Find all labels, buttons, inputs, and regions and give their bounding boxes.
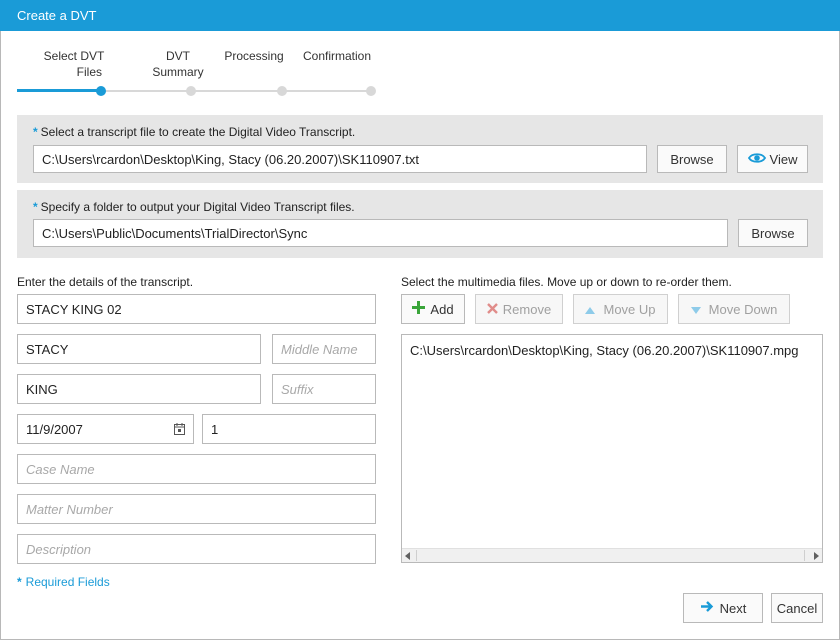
window-title: Create a DVT — [0, 0, 840, 31]
required-mark: * — [33, 200, 38, 214]
step-dot — [366, 86, 376, 96]
move-down-button-label: Move Down — [708, 301, 778, 317]
move-up-button-label: Move Up — [603, 301, 656, 317]
view-button[interactable]: View — [737, 145, 808, 173]
step-processing: Processing — [218, 48, 290, 64]
stepper-remaining-track — [102, 90, 372, 92]
transcript-file-panel: * Select a transcript file to create the … — [17, 115, 823, 183]
horizontal-scrollbar[interactable] — [402, 548, 822, 562]
last-name-input[interactable]: KING — [17, 374, 261, 404]
step-label-line1: DVT — [166, 49, 190, 63]
step-confirmation: Confirmation — [296, 48, 378, 64]
transcript-file-path-input[interactable]: C:\Users\rcardon\Desktop\King, Stacy (06… — [33, 145, 647, 173]
step-dot — [186, 86, 196, 96]
step-label-line1: Select DVT — [43, 49, 105, 63]
scrollbar-track[interactable] — [416, 550, 805, 561]
view-button-label: View — [769, 151, 798, 167]
step-select-dvt-files: Select DVT Files — [38, 48, 110, 80]
output-folder-label-text: Specify a folder to output your Digital … — [40, 200, 355, 214]
step-label-line2: Files — [76, 65, 102, 79]
stepper-progress-track — [17, 89, 102, 92]
case-name-input[interactable]: Case Name — [17, 454, 376, 484]
step-label-line2: Summary — [152, 65, 204, 79]
add-button-label: Add — [430, 301, 454, 317]
calendar-icon[interactable] — [174, 423, 185, 438]
transcript-file-label: * Select a transcript file to create the … — [33, 125, 355, 139]
first-name-input[interactable]: STACY — [17, 334, 261, 364]
output-folder-label: * Specify a folder to output your Digital… — [33, 200, 355, 214]
move-up-button[interactable]: Move Up — [573, 294, 668, 324]
suffix-input[interactable]: Suffix — [272, 374, 376, 404]
scroll-right-arrow-icon[interactable] — [814, 552, 819, 560]
date-picker-input[interactable]: 11/9/2007 — [17, 414, 194, 444]
output-folder-path-input[interactable]: C:\Users\Public\Documents\TrialDirector\… — [33, 219, 728, 247]
volume-input[interactable]: 1 — [202, 414, 376, 444]
next-button-label: Next — [719, 600, 747, 616]
list-item[interactable]: C:\Users\rcardon\Desktop\King, Stacy (06… — [410, 343, 799, 358]
step-label-line1: Processing — [224, 49, 284, 63]
multimedia-file-list[interactable]: C:\Users\rcardon\Desktop\King, Stacy (06… — [401, 334, 823, 563]
multimedia-label: Select the multimedia files. Move up or … — [401, 275, 732, 289]
required-mark: * — [17, 575, 22, 589]
output-folder-panel: * Specify a folder to output your Digital… — [17, 190, 823, 258]
remove-button-label: Remove — [502, 301, 552, 317]
next-button[interactable]: Next — [683, 593, 763, 623]
required-fields-note: * Required Fields — [17, 575, 110, 589]
step-label-line1: Confirmation — [302, 49, 372, 63]
middle-name-input[interactable]: Middle Name — [272, 334, 376, 364]
arrow-right-icon — [700, 600, 714, 616]
remove-button[interactable]: Remove — [475, 294, 563, 324]
eye-icon — [747, 152, 766, 167]
output-browse-button[interactable]: Browse — [738, 219, 808, 247]
move-down-button[interactable]: Move Down — [678, 294, 790, 324]
triangle-up-icon — [585, 302, 596, 317]
transcript-name-input[interactable]: STACY KING 02 — [17, 294, 376, 324]
step-dot-active — [96, 86, 106, 96]
scroll-left-arrow-icon[interactable] — [405, 552, 410, 560]
details-label: Enter the details of the transcript. — [17, 275, 194, 289]
required-fields-label: Required Fields — [25, 575, 110, 589]
transcript-browse-button[interactable]: Browse — [657, 145, 727, 173]
date-value: 11/9/2007 — [26, 421, 83, 437]
x-icon — [486, 302, 498, 317]
matter-number-input[interactable]: Matter Number — [17, 494, 376, 524]
step-dvt-summary: DVT Summary — [138, 48, 218, 80]
cancel-button[interactable]: Cancel — [771, 593, 823, 623]
transcript-file-label-text: Select a transcript file to create the D… — [40, 125, 356, 139]
required-mark: * — [33, 125, 38, 139]
description-input[interactable]: Description — [17, 534, 376, 564]
step-dot — [277, 86, 287, 96]
add-button[interactable]: Add — [401, 294, 465, 324]
plus-icon — [412, 301, 426, 317]
triangle-down-icon — [690, 302, 701, 317]
